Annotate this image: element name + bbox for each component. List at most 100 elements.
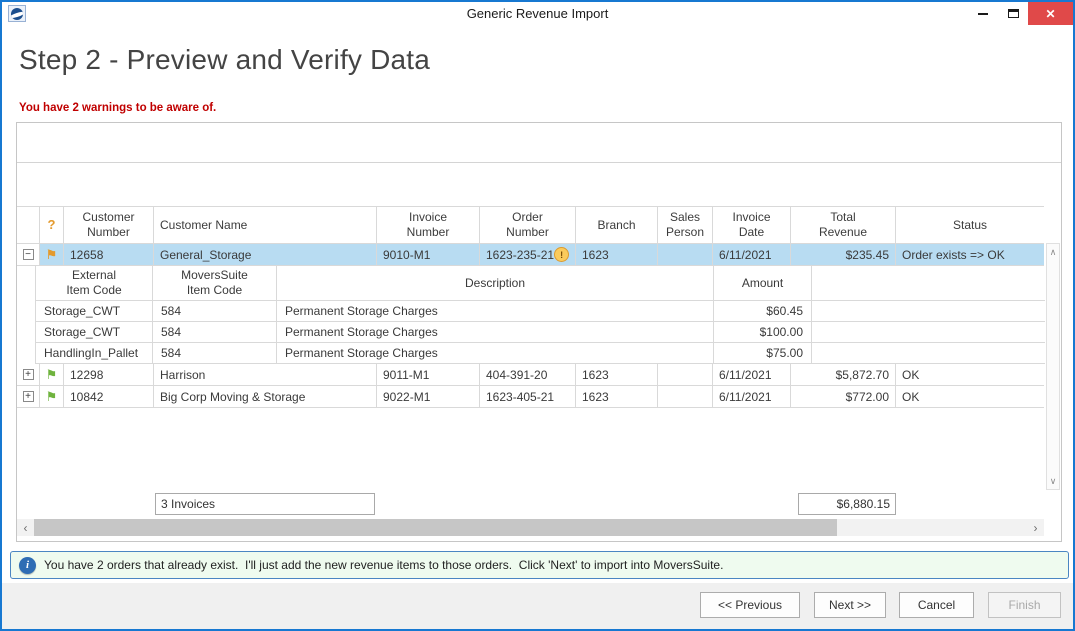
invoice-number-cell[interactable]: 9011-M1	[377, 364, 480, 386]
moverssuite-item-code-cell[interactable]: 584	[153, 301, 277, 322]
description-cell[interactable]: Permanent Storage Charges	[277, 343, 714, 364]
sales-person-cell[interactable]	[658, 364, 713, 386]
window-title: Generic Revenue Import	[2, 6, 1073, 21]
invoice-row-12298[interactable]: + ⚑ 12298 Harrison 9011-M1 404-391-20 16…	[17, 364, 1044, 386]
scroll-left-icon[interactable]: ‹	[17, 519, 34, 536]
close-icon: ✕	[1045, 7, 1055, 21]
cancel-button[interactable]: Cancel	[899, 592, 974, 618]
window-controls: ✕	[968, 2, 1073, 25]
scroll-down-icon[interactable]: ∨	[1047, 474, 1059, 488]
header-total-revenue: Total Revenue	[791, 207, 896, 244]
branch-cell[interactable]: 1623	[576, 364, 658, 386]
expand-icon[interactable]: +	[23, 391, 34, 402]
subheader-moverssuite-item-code: MoversSuite Item Code	[153, 266, 277, 301]
amount-cell[interactable]: $75.00	[714, 343, 812, 364]
sales-person-cell[interactable]	[658, 386, 713, 408]
info-icon: i	[19, 557, 36, 574]
orange-flag-icon: ⚑	[46, 248, 58, 261]
status-cell[interactable]: Order exists => OK	[896, 244, 1044, 266]
external-item-code-cell[interactable]: HandlingIn_Pallet	[36, 343, 153, 364]
header-expander	[17, 207, 40, 244]
header-status: Status	[896, 207, 1044, 244]
description-cell[interactable]: Permanent Storage Charges	[277, 322, 714, 343]
amount-cell[interactable]: $100.00	[714, 322, 812, 343]
order-number-cell[interactable]: 404-391-20	[480, 364, 576, 386]
invoice-count-summary: 3 Invoices	[155, 493, 375, 515]
revenue-item-row[interactable]: Storage_CWT 584 Permanent Storage Charge…	[36, 322, 1045, 343]
customer-number-cell[interactable]: 12298	[64, 364, 154, 386]
status-cell[interactable]: OK	[896, 364, 1044, 386]
total-revenue-cell[interactable]: $772.00	[791, 386, 896, 408]
branch-cell[interactable]: 1623	[576, 386, 658, 408]
trailing-cell	[812, 322, 1045, 343]
customer-name-cell[interactable]: Harrison	[154, 364, 377, 386]
warning-message: You have 2 warnings to be aware of.	[19, 102, 216, 114]
flag-cell[interactable]: ⚑	[40, 386, 64, 408]
header-branch: Branch	[576, 207, 658, 244]
order-number-cell[interactable]: 1623-235-21 !	[480, 244, 576, 266]
branch-cell[interactable]: 1623	[576, 244, 658, 266]
minimize-button[interactable]	[968, 2, 998, 25]
invoice-date-cell[interactable]: 6/11/2021	[713, 386, 791, 408]
status-cell[interactable]: OK	[896, 386, 1044, 408]
finish-button[interactable]: Finish	[988, 592, 1061, 618]
horizontal-scrollbar[interactable]: ‹ ›	[17, 519, 1044, 536]
revenue-item-row[interactable]: Storage_CWT 584 Permanent Storage Charge…	[36, 301, 1045, 322]
vertical-scrollbar[interactable]: ∧ ∨	[1046, 243, 1060, 490]
green-flag-icon: ⚑	[46, 390, 58, 403]
header-order-number: Order Number	[480, 207, 576, 244]
collapse-icon[interactable]: −	[23, 249, 34, 260]
customer-name-cell[interactable]: Big Corp Moving & Storage	[154, 386, 377, 408]
amount-cell[interactable]: $60.45	[714, 301, 812, 322]
revenue-items-subgrid: External Item Code MoversSuite Item Code…	[35, 266, 1044, 364]
invoice-date-cell[interactable]: 6/11/2021	[713, 364, 791, 386]
scroll-right-icon[interactable]: ›	[1027, 519, 1044, 536]
subheader-external-item-code: External Item Code	[36, 266, 153, 301]
revenue-item-row[interactable]: HandlingIn_Pallet 584 Permanent Storage …	[36, 343, 1045, 364]
invoice-number-cell[interactable]: 9022-M1	[377, 386, 480, 408]
horizontal-scrollbar-thumb[interactable]	[34, 519, 837, 536]
header-help: ?	[40, 207, 64, 244]
customer-number-cell[interactable]: 10842	[64, 386, 154, 408]
trailing-cell	[812, 343, 1045, 364]
subheader-trailing	[812, 266, 1045, 301]
flag-cell[interactable]: ⚑	[40, 244, 64, 266]
grid-top-band	[17, 123, 1061, 163]
invoice-number-cell[interactable]: 9010-M1	[377, 244, 480, 266]
customer-number-cell[interactable]: 12658	[64, 244, 154, 266]
sales-person-cell[interactable]	[658, 244, 713, 266]
header-invoice-number: Invoice Number	[377, 207, 480, 244]
title-bar: Generic Revenue Import ✕	[2, 2, 1073, 25]
subheader-amount: Amount	[714, 266, 812, 301]
invoice-row-12658[interactable]: − ⚑ 12658 General_Storage 9010-M1 1623-2…	[17, 244, 1044, 266]
header-invoice-date: Invoice Date	[713, 207, 791, 244]
order-number-cell[interactable]: 1623-405-21	[480, 386, 576, 408]
header-customer-number: Customer Number	[64, 207, 154, 244]
description-cell[interactable]: Permanent Storage Charges	[277, 301, 714, 322]
maximize-icon	[1008, 9, 1019, 18]
external-item-code-cell[interactable]: Storage_CWT	[36, 322, 153, 343]
expand-cell: +	[17, 386, 40, 408]
question-mark-icon: ?	[48, 217, 56, 233]
invoice-date-cell[interactable]: 6/11/2021	[713, 244, 791, 266]
external-item-code-cell[interactable]: Storage_CWT	[36, 301, 153, 322]
invoice-row-10842[interactable]: + ⚑ 10842 Big Corp Moving & Storage 9022…	[17, 386, 1044, 408]
minimize-icon	[978, 13, 988, 15]
order-warning-icon[interactable]: !	[554, 247, 569, 262]
next-button[interactable]: Next >>	[814, 592, 886, 618]
close-button[interactable]: ✕	[1028, 2, 1073, 25]
collapse-cell: −	[17, 244, 40, 266]
customer-name-cell[interactable]: General_Storage	[154, 244, 377, 266]
moverssuite-item-code-cell[interactable]: 584	[153, 322, 277, 343]
previous-button[interactable]: << Previous	[700, 592, 800, 618]
subheader-description: Description	[277, 266, 714, 301]
scroll-up-icon[interactable]: ∧	[1047, 245, 1059, 259]
expand-icon[interactable]: +	[23, 369, 34, 380]
grid-header-row: ? Customer Number Customer Name Invoice …	[17, 206, 1044, 244]
moverssuite-item-code-cell[interactable]: 584	[153, 343, 277, 364]
total-revenue-cell[interactable]: $235.45	[791, 244, 896, 266]
trailing-cell	[812, 301, 1045, 322]
maximize-button[interactable]	[998, 2, 1028, 25]
flag-cell[interactable]: ⚑	[40, 364, 64, 386]
total-revenue-cell[interactable]: $5,872.70	[791, 364, 896, 386]
